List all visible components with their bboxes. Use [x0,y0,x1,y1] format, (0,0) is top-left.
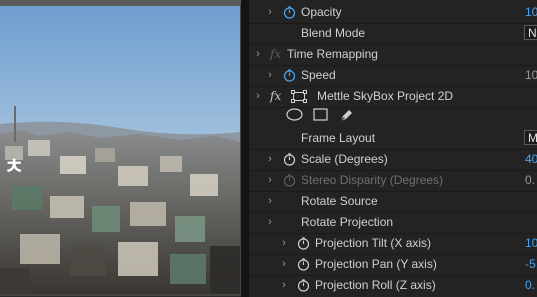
property-label: Speed [301,68,336,82]
group-label: Rotate Projection [301,215,394,229]
twirl-arrow-icon[interactable]: › [265,149,275,170]
twirl-arrow-icon[interactable]: › [253,86,263,107]
twirl-arrow-icon[interactable]: › [265,2,275,23]
transform-box-icon[interactable] [291,90,307,103]
stopwatch-icon [283,174,296,187]
stereo-disparity-value: 0. [525,173,536,187]
twirl-arrow-icon[interactable]: › [265,191,275,212]
property-label: Scale (Degrees) [301,152,388,166]
effect-label: Mettle SkyBox Project 2D [317,89,454,103]
projection-tilt-value[interactable]: 10 [525,233,537,254]
effect-controls-panel: › Opacity 10 Blend Mode N › fx Time Rema… [249,0,537,297]
blend-mode-dropdown[interactable]: N [524,25,537,40]
property-label: Projection Pan (Y axis) [315,257,437,271]
twirl-arrow-icon[interactable]: › [265,65,275,86]
stopwatch-icon[interactable] [297,279,310,292]
frame-layout-dropdown[interactable]: M [524,130,537,145]
projection-tilt-row: › Projection Tilt (X axis) 10 [249,233,537,255]
stopwatch-icon[interactable] [297,237,310,250]
twirl-arrow-icon[interactable]: › [279,275,289,296]
ellipse-mask-icon[interactable] [286,108,303,121]
property-label: Blend Mode [301,26,366,40]
twirl-arrow-icon[interactable]: › [265,212,275,233]
app-window: ㅊ › Opacity 10 Blend Mode N › fx Time Re… [0,0,537,297]
stereo-disparity-row: › Stereo Disparity (Degrees) 0. [249,170,537,192]
fx-icon[interactable]: fx [270,44,281,65]
twirl-arrow-icon[interactable]: › [279,254,289,275]
speed-value[interactable]: 10 [525,65,537,86]
panel-divider[interactable] [241,0,249,297]
property-label: Projection Tilt (X axis) [315,236,432,250]
mask-tools-row [249,105,537,126]
twirl-arrow-icon[interactable]: › [253,44,263,65]
projection-roll-row: › Projection Roll (Z axis) 0. [249,275,537,296]
rotate-source-row: › Rotate Source [249,191,537,213]
effect-label: Time Remapping [287,47,378,61]
property-label: Opacity [301,5,342,19]
opacity-row: › Opacity 10 [249,2,537,24]
fx-icon[interactable]: fx [270,86,281,107]
stopwatch-icon[interactable] [283,153,296,166]
rectangle-mask-icon[interactable] [313,108,328,121]
video-frame[interactable]: ㅊ [0,6,241,296]
projection-pan-value[interactable]: -5 [525,254,536,275]
property-label: Projection Roll (Z axis) [315,278,436,292]
time-remapping-row: › fx Time Remapping [249,44,537,66]
scale-row: › Scale (Degrees) 40 [249,149,537,171]
stopwatch-icon[interactable] [297,258,310,271]
stopwatch-icon[interactable] [283,69,296,82]
frame-layout-row: Frame Layout M [249,128,537,150]
projection-pan-row: › Projection Pan (Y axis) -5 [249,254,537,276]
overlay-text: ㅊ [4,155,24,180]
property-label: Frame Layout [301,131,376,145]
twirl-arrow-icon[interactable]: › [265,170,275,191]
twirl-arrow-icon[interactable]: › [279,233,289,254]
program-monitor: ㅊ [0,0,241,297]
opacity-value[interactable]: 10 [525,2,537,23]
cityscape-image: ㅊ [0,6,240,294]
rotate-projection-row: › Rotate Projection [249,212,537,234]
stopwatch-icon[interactable] [283,6,296,19]
property-label: Stereo Disparity (Degrees) [301,173,444,187]
blend-mode-row: Blend Mode N [249,23,537,45]
projection-roll-value[interactable]: 0. [525,275,535,296]
group-label: Rotate Source [301,194,378,208]
pen-mask-icon[interactable] [339,108,354,123]
scale-value[interactable]: 40 [525,149,537,170]
speed-row: › Speed 10 [249,65,537,87]
